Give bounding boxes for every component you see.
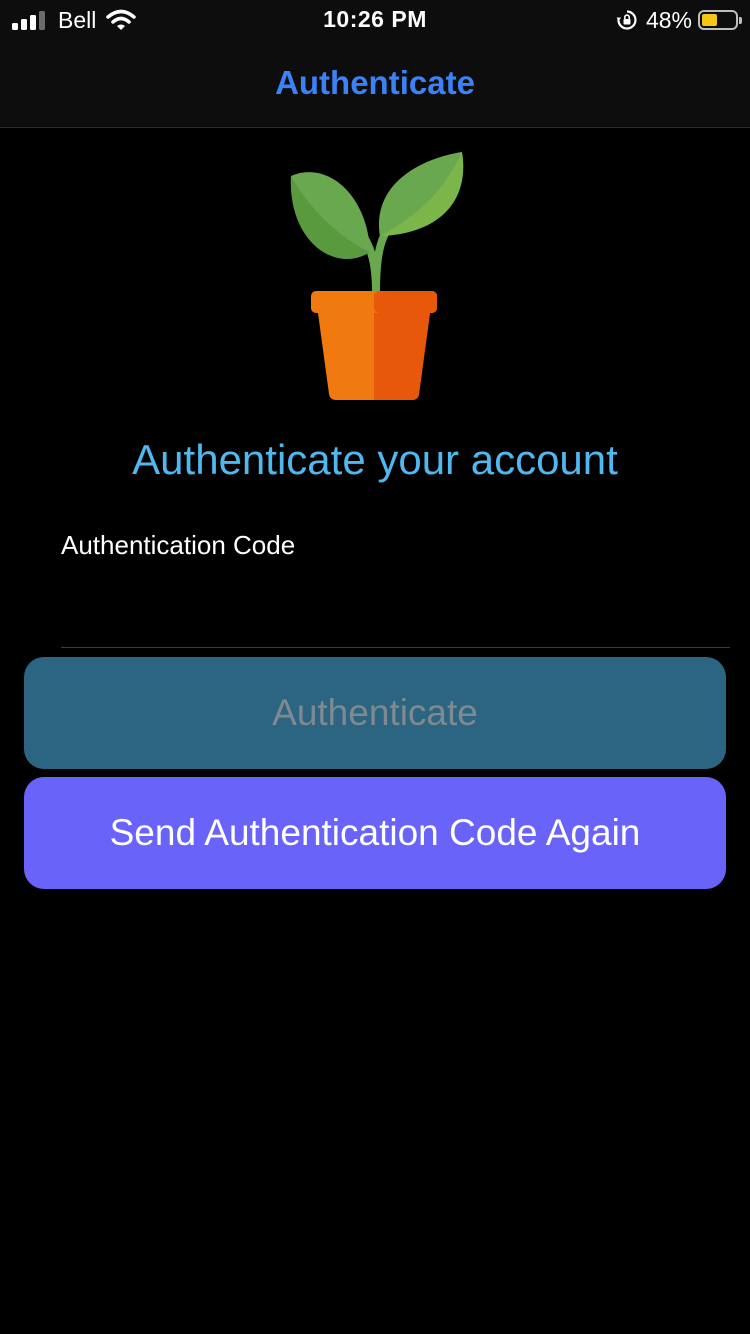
battery-icon [698, 10, 742, 30]
battery-level [702, 14, 718, 26]
nav-title: Authenticate [275, 64, 475, 101]
page-heading: Authenticate your account [132, 436, 618, 483]
authentication-code-label: Authentication Code [61, 530, 296, 560]
resend-code-button[interactable]: Send Authentication Code Again [24, 777, 726, 889]
authentication-code-input[interactable] [61, 578, 730, 648]
orientation-lock-icon [616, 10, 637, 30]
battery-percentage: 48% [645, 6, 692, 33]
status-bar: Bell 10:26 PM 48% [0, 0, 750, 40]
status-right: 48% [616, 6, 742, 34]
authenticate-button[interactable]: Authenticate [24, 657, 726, 769]
navigation-bar: Authenticate [0, 40, 750, 128]
potted-plant-icon [290, 152, 464, 400]
